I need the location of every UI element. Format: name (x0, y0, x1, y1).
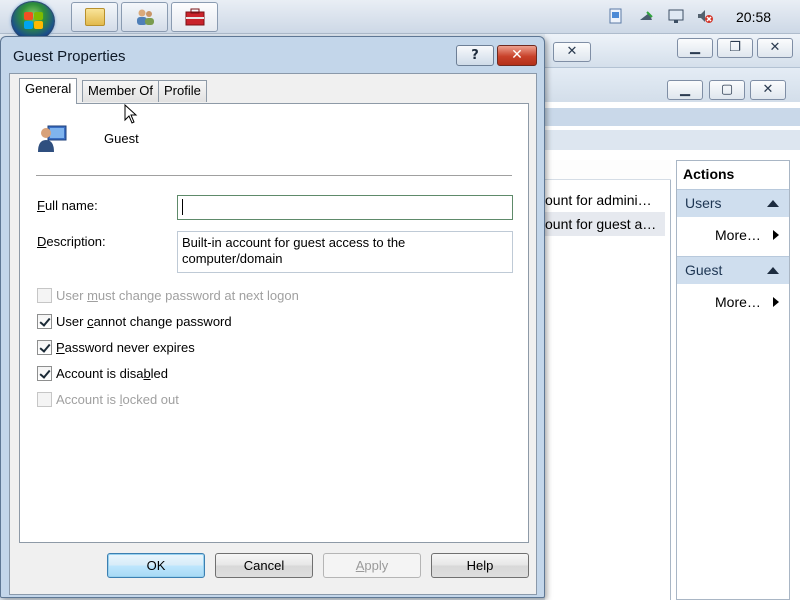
more-label: More… (715, 294, 761, 310)
description-label: Description: (37, 234, 106, 249)
full-name-label: Full name: (37, 198, 98, 213)
dialog-close-button[interactable]: ✕ (497, 45, 537, 66)
inner-minimize-button[interactable]: ▁ (667, 80, 703, 100)
users-taskbar-button[interactable] (121, 2, 168, 32)
more-label: More… (715, 227, 761, 243)
list-item[interactable]: ount for admini… (545, 188, 665, 212)
inner-window-titlebar: ▁ ▢ ✕ (545, 68, 800, 102)
tab-member-of[interactable]: Member Of (82, 80, 160, 102)
user-name-label: Guest (104, 131, 139, 146)
tab-profile[interactable]: Profile (158, 80, 207, 102)
minimize-button[interactable]: ▁ (677, 38, 713, 58)
label-rest: annot change password (93, 314, 232, 329)
collapse-arrow-icon[interactable] (767, 200, 779, 207)
inner-close-button[interactable]: ✕ (750, 80, 786, 100)
mouse-pointer-icon (124, 104, 138, 124)
label-prefix: User (56, 314, 88, 329)
checkbox-box[interactable] (37, 314, 52, 329)
dialog-title: Guest Properties (13, 48, 126, 65)
close-button[interactable]: ✕ (757, 38, 793, 58)
label-rest: assword never expires (64, 340, 195, 355)
toolbar (545, 130, 800, 150)
checkbox-box[interactable] (37, 288, 52, 303)
network-tray-icon[interactable] (638, 8, 654, 24)
checkbox-box[interactable] (37, 366, 52, 381)
label-prefix: Account is disa (56, 366, 144, 381)
general-tab-panel: Guest Full name: Description: Built-in a… (19, 103, 529, 543)
mnemonic: m (87, 288, 98, 303)
checkbox-label: User must change password at next logon (56, 288, 299, 303)
label-text: escription: (46, 234, 106, 249)
actions-title: Actions (683, 166, 735, 182)
label-prefix: User (56, 288, 88, 303)
restore-button[interactable]: ❐ (717, 38, 753, 58)
guest-properties-dialog: Guest Properties ? ✕ General Member Of P… (0, 36, 545, 598)
label-rest: led (150, 366, 169, 381)
inner-restore-button[interactable]: ▢ (709, 80, 745, 100)
close-icon[interactable]: ✕ (553, 42, 591, 62)
text-caret (182, 199, 183, 215)
users-more-action[interactable]: More… (715, 227, 779, 243)
label-rest: ust change password at next logon (97, 288, 299, 303)
window-titlebar: ✕ ▁ ❐ ✕ (545, 34, 800, 68)
volume-muted-icon[interactable] (697, 8, 713, 24)
monitor-tray-icon[interactable] (668, 8, 684, 24)
chevron-right-icon (773, 297, 779, 307)
actions-section-users[interactable]: Users (677, 189, 789, 217)
guest-more-action[interactable]: More… (715, 294, 779, 310)
dialog-body: General Member Of Profile Guest Full nam… (9, 73, 537, 595)
chevron-right-icon (773, 230, 779, 240)
label-rest: ocked out (122, 392, 179, 407)
user-list-pane: ount for admini… ount for guest a… (545, 160, 671, 600)
explorer-taskbar-button[interactable] (71, 2, 118, 32)
toolbox-taskbar-button[interactable] (171, 2, 218, 32)
mnemonic: F (37, 198, 45, 213)
computer-management-window: ✕ ▁ ❐ ✕ ▁ ▢ ✕ ount for admini… ount for … (545, 34, 800, 600)
mnemonic: P (56, 340, 65, 355)
clock[interactable]: 20:58 (736, 9, 771, 25)
cancel-button[interactable]: Cancel (215, 553, 313, 578)
checkbox-box[interactable] (37, 340, 52, 355)
actions-pane: Actions Users More… Guest More… (676, 160, 790, 600)
checkbox-label: Account is locked out (56, 392, 179, 407)
mnemonic: b (143, 366, 151, 381)
users-icon (137, 9, 154, 25)
document-tray-icon[interactable] (608, 8, 624, 24)
collapse-arrow-icon[interactable] (767, 267, 779, 274)
ok-button[interactable]: OK (107, 553, 205, 578)
checkbox-label: Account is disabled (56, 366, 168, 381)
list-column-header[interactable] (545, 160, 671, 180)
start-button[interactable] (11, 1, 55, 41)
user-account-icon (38, 125, 67, 152)
actions-section-guest[interactable]: Guest (677, 256, 789, 284)
description-field[interactable]: Built-in account for guest access to the… (177, 231, 513, 273)
help-icon-button[interactable]: ? (456, 45, 494, 66)
list-item[interactable]: ount for guest a… (545, 212, 665, 236)
windows-logo-icon (24, 12, 44, 30)
section-label: Users (685, 195, 722, 211)
taskbar: 20:58 (0, 0, 800, 41)
section-label: Guest (685, 262, 723, 278)
tab-general[interactable]: General (19, 78, 78, 104)
menu-bar (545, 108, 800, 126)
checkbox-label: Password never expires (56, 340, 195, 355)
help-button[interactable]: Help (431, 553, 529, 578)
label-prefix: Account is (56, 392, 120, 407)
button-label: pply (364, 558, 389, 573)
mnemonic: D (37, 234, 47, 249)
checkbox-label: User cannot change password (56, 314, 232, 329)
folder-icon (85, 8, 105, 26)
checkbox-box[interactable] (37, 392, 52, 407)
label-text: ull name: (44, 198, 98, 213)
apply-button[interactable]: Apply (323, 553, 421, 578)
separator (36, 175, 512, 176)
full-name-field[interactable] (177, 195, 513, 220)
toolbox-icon (185, 8, 205, 26)
